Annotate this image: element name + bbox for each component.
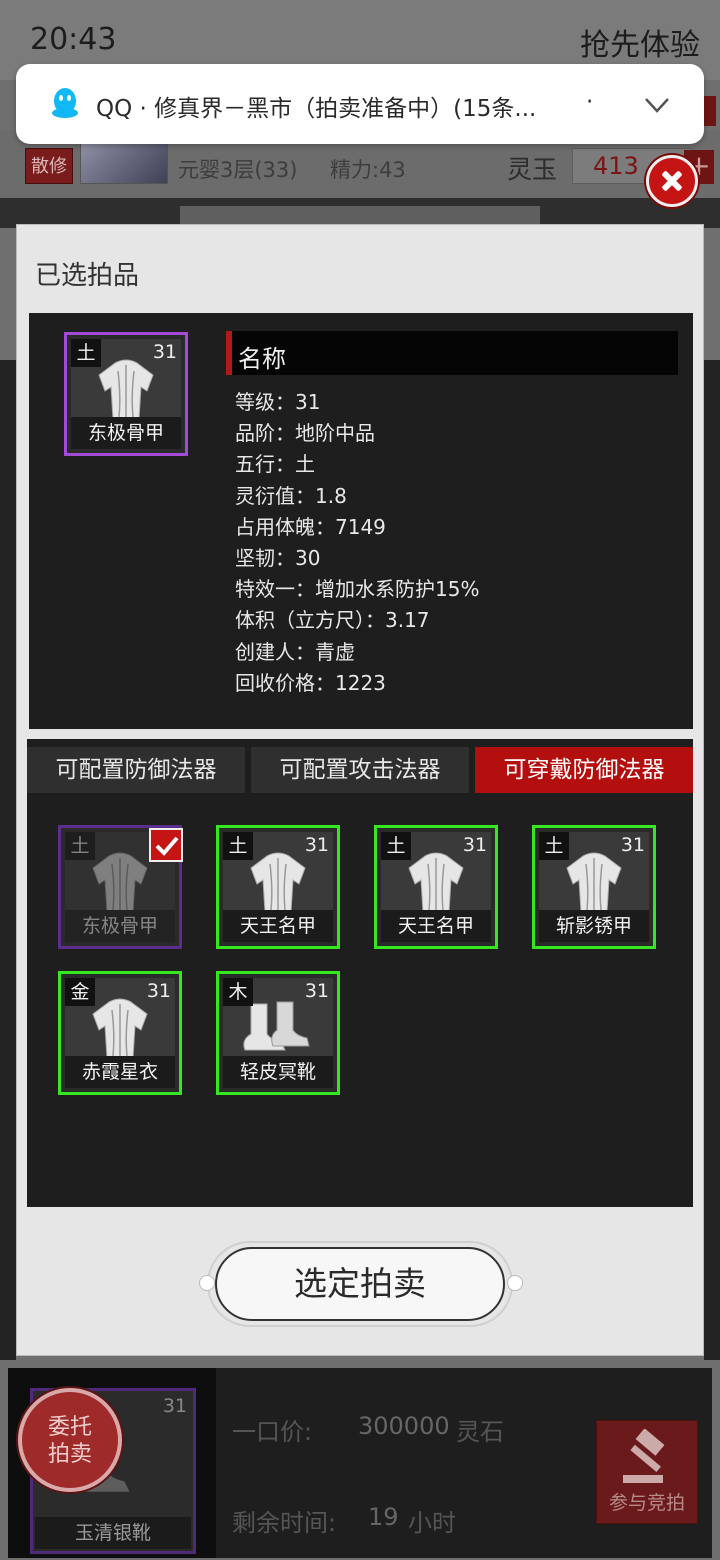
element-badge: 木 bbox=[223, 978, 253, 1006]
attr-element: 五行：土 bbox=[235, 452, 315, 477]
attr-effect-1: 特效一：增加水系防护15% bbox=[235, 577, 480, 602]
role-badge: 散修 bbox=[25, 148, 73, 184]
confirm-dot-right bbox=[507, 1275, 523, 1291]
auction-select-modal: 已选拍品 土 31 东极骨甲 名称 等级：31 品阶：地阶中品 五行：土 灵衍值… bbox=[16, 224, 704, 1356]
close-button[interactable] bbox=[646, 155, 698, 207]
remaining-time-unit: 小时 bbox=[408, 1509, 456, 1537]
item-level: 31 bbox=[462, 834, 487, 856]
attr-spirit-value: 灵衍值：1.8 bbox=[235, 483, 347, 508]
element-badge: 土 bbox=[539, 832, 569, 860]
item-tabs-panel: 可配置防御法器 可配置攻击法器 可穿戴防御法器 土 东极骨甲 土 31 天王名甲… bbox=[27, 739, 693, 1207]
item-name: 赤霞星衣 bbox=[65, 1056, 175, 1088]
modal-title: 已选拍品 bbox=[35, 261, 140, 291]
item-name: 轻皮冥靴 bbox=[223, 1056, 333, 1088]
tab-wearable-defense[interactable]: 可穿戴防御法器 bbox=[475, 747, 693, 793]
attr-level: 等级：31 bbox=[235, 390, 321, 414]
gavel-icon bbox=[623, 1429, 665, 1483]
listing-item-name: 玉清银靴 bbox=[35, 1517, 191, 1549]
tab-defense-config[interactable]: 可配置防御法器 bbox=[27, 747, 245, 793]
remaining-time-value: 19 bbox=[368, 1503, 399, 1531]
background-panel-left bbox=[0, 360, 16, 1360]
buyout-price-label: 一口价: bbox=[232, 1418, 313, 1446]
element-badge: 土 bbox=[381, 832, 411, 860]
jade-value: 413 bbox=[593, 152, 639, 180]
notification-dot: · bbox=[586, 89, 594, 115]
item-level: 31 bbox=[146, 980, 171, 1002]
listing-item-level: 31 bbox=[162, 1395, 187, 1417]
jade-label: 灵玉 bbox=[507, 155, 558, 184]
confirm-auction-button[interactable]: 选定拍卖 bbox=[215, 1247, 505, 1321]
item-name: 东极骨甲 bbox=[65, 910, 175, 942]
energy-value: 精力:43 bbox=[330, 158, 406, 182]
entrust-label-line2: 拍卖 bbox=[47, 1442, 92, 1467]
attr-recycle-price: 回收价格：1223 bbox=[235, 670, 386, 695]
join-bid-button[interactable]: 参与竞拍 bbox=[596, 1420, 698, 1524]
remaining-time-label: 剩余时间: bbox=[232, 1509, 337, 1537]
selected-item-card: 土 31 东极骨甲 bbox=[64, 332, 188, 456]
notification-text: QQ · 修真界－黑市（拍卖准备中）(15条... bbox=[96, 96, 537, 122]
name-header-label: 名称 bbox=[238, 345, 286, 373]
selected-check bbox=[149, 828, 183, 862]
armor-icon bbox=[92, 998, 148, 1059]
background-panel-right bbox=[704, 360, 720, 1360]
status-time: 20:43 bbox=[30, 22, 117, 57]
attr-volume: 体积（立方尺）：3.17 bbox=[235, 608, 430, 633]
element-badge: 土 bbox=[71, 339, 101, 367]
item-level: 31 bbox=[304, 980, 329, 1002]
armor-icon bbox=[566, 852, 622, 913]
armor-icon bbox=[92, 852, 148, 913]
buyout-price-value: 300000 bbox=[358, 1412, 450, 1440]
item-name: 斩影锈甲 bbox=[539, 910, 649, 942]
element-badge: 土 bbox=[223, 832, 253, 860]
item-name: 东极骨甲 bbox=[71, 417, 181, 449]
item-slot-4[interactable]: 土 31 斩影锈甲 bbox=[532, 825, 656, 949]
item-level: 31 bbox=[620, 834, 645, 856]
item-level: 31 bbox=[304, 834, 329, 856]
armor-icon bbox=[98, 359, 154, 420]
element-badge: 土 bbox=[65, 832, 95, 860]
armor-icon bbox=[408, 852, 464, 913]
item-slot-5[interactable]: 金 31 赤霞星衣 bbox=[58, 971, 182, 1095]
item-slot-1[interactable]: 土 东极骨甲 bbox=[58, 825, 183, 949]
confirm-dot-left bbox=[199, 1275, 215, 1291]
attr-body-usage: 占用体魄：7149 bbox=[235, 514, 386, 539]
qq-penguin-icon bbox=[52, 88, 78, 118]
element-badge: 金 bbox=[65, 978, 95, 1006]
qq-notification[interactable]: QQ · 修真界－黑市（拍卖准备中）(15条... · bbox=[16, 64, 704, 144]
name-header: 名称 bbox=[226, 331, 678, 375]
header-banner bbox=[180, 206, 540, 226]
entrust-label-line1: 委托 bbox=[47, 1415, 92, 1440]
status-right-text: 抢先体验 bbox=[580, 28, 700, 63]
armor-icon bbox=[250, 852, 306, 913]
buyout-price-unit: 灵石 bbox=[456, 1418, 504, 1446]
item-name: 天王名甲 bbox=[381, 910, 491, 942]
item-slot-3[interactable]: 土 31 天王名甲 bbox=[374, 825, 498, 949]
tab-attack-config[interactable]: 可配置攻击法器 bbox=[251, 747, 469, 793]
item-name: 天王名甲 bbox=[223, 910, 333, 942]
boots-icon bbox=[243, 1001, 310, 1051]
cultivation-level: 元婴3层(33) bbox=[178, 158, 298, 182]
attr-toughness: 坚韧：30 bbox=[235, 545, 321, 570]
item-detail-panel: 土 31 东极骨甲 名称 等级：31 品阶：地阶中品 五行：土 灵衍值：1.8 … bbox=[29, 313, 693, 729]
item-level: 31 bbox=[152, 341, 177, 363]
attr-grade: 品阶：地阶中品 bbox=[235, 421, 375, 446]
checkmark-icon bbox=[155, 836, 179, 856]
avatar bbox=[80, 140, 168, 184]
item-slot-6[interactable]: 木 31 轻皮冥靴 bbox=[216, 971, 340, 1095]
chevron-down-icon[interactable] bbox=[640, 88, 674, 122]
join-bid-label: 参与竞拍 bbox=[608, 1492, 685, 1514]
attr-creator: 创建人：青虚 bbox=[235, 639, 355, 664]
entrust-auction-button[interactable]: 委托 拍卖 bbox=[18, 1388, 122, 1492]
attribute-list: 等级：31 品阶：地阶中品 五行：土 灵衍值：1.8 占用体魄：7149 坚韧：… bbox=[235, 387, 675, 699]
item-slot-2[interactable]: 土 31 天王名甲 bbox=[216, 825, 340, 949]
